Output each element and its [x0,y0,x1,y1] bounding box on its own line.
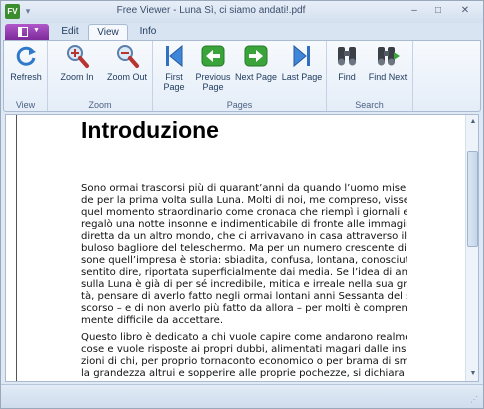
zoom-in-label: Zoom In [60,72,94,82]
page-heading: Introduzione [81,117,219,143]
find-next-label: Find Next [368,72,408,82]
zoom-out-icon [117,45,139,68]
ribbon-group-zoom: Zoom In Zoom Out Zoom [48,41,153,111]
document-viewport[interactable]: Introduzione Sono ormai trascorsi più di… [5,114,479,382]
refresh-button[interactable]: Refresh [6,43,46,98]
refresh-icon [16,46,36,66]
text-line: buloso bagliore del teleschermo. Ma per … [81,243,407,254]
text-line: sone quell’impresa è storia: sbiadita, c… [81,255,407,266]
previous-page-icon [201,45,225,67]
text-line: sulla Luna è già di per sé incredibile, … [81,279,407,290]
scroll-up-icon[interactable]: ▲ [466,115,478,129]
ribbon-tab-strip: ▼ Edit View Info [1,23,483,40]
text-line: Questo libro è dedicato a chi vuole capi… [81,332,407,343]
text-line: mente difficile da accettare. [81,315,224,326]
last-page-icon [293,44,310,68]
next-page-label: Next Page [234,72,278,82]
file-menu-icon [18,27,28,37]
text-line: zioni di chi, per proprio tornaconto eco… [81,356,407,367]
find-label: Find [338,72,356,82]
tab-view[interactable]: View [88,24,128,40]
group-label-search: Search [355,100,384,110]
refresh-label: Refresh [10,72,42,82]
text-line: tà, pensare di averlo fatto negli ormai … [81,291,407,302]
next-page-button[interactable]: Next Page [233,43,279,98]
maximize-button[interactable]: □ [427,3,449,19]
chevron-down-icon: ▼ [33,27,40,34]
text-line: cose e vuole risposte ai propri dubbi, a… [81,344,407,355]
tab-edit[interactable]: Edit [55,24,85,40]
app-window: FV ▾ Free Viewer - Luna Sì, ci siamo and… [0,0,484,409]
title-bar: FV ▾ Free Viewer - Luna Sì, ci siamo and… [1,1,483,23]
group-label-pages: Pages [226,100,253,110]
ribbon-group-search: Find Find Next Search [327,41,413,111]
paragraph-2: Questo libro è dedicato a chi vuole capi… [81,332,407,380]
status-bar: ⋰ [1,384,483,408]
find-next-button[interactable]: Find Next [365,43,411,98]
ribbon-group-view: Refresh View [4,41,48,111]
previous-page-label: Previous Page [195,72,231,92]
first-page-icon [166,44,183,68]
scroll-down-icon[interactable]: ▼ [466,367,478,381]
text-line: diretta da un altro mondo, che ci arriva… [81,231,407,242]
find-icon [338,47,356,66]
close-button[interactable]: ✕ [451,3,479,19]
ribbon-panel: Refresh View Zoom In Zoom Out Zoom First… [3,40,481,112]
window-title: Free Viewer - Luna Sì, ci siamo andati!.… [116,5,306,16]
group-label-zoom: Zoom [88,100,112,110]
minimize-button[interactable]: – [403,3,425,19]
file-menu-button[interactable]: ▼ [5,24,49,40]
text-line: quel momento straordinario come cronaca … [81,207,407,218]
text-line: Sono ormai trascorsi più di quarant’anni… [81,183,407,194]
last-page-button[interactable]: Last Page [279,43,325,98]
quick-access-dropdown-icon[interactable]: ▾ [23,6,33,17]
scrollbar-thumb[interactable] [467,151,478,247]
text-line: sentito dire, riportata superficialmente… [81,267,407,278]
group-label-view: View [15,100,36,110]
text-line: scorso – e di non averlo più fatto da al… [81,303,407,314]
zoom-out-label: Zoom Out [106,72,147,82]
previous-page-button[interactable]: Previous Page [193,43,233,98]
first-page-label: First Page [163,72,185,92]
resize-grip-icon[interactable]: ⋰ [470,395,480,405]
text-line: de per la prima volta sulla Luna. Molti … [81,195,407,206]
pdf-page: Introduzione Sono ormai trascorsi più di… [16,115,464,381]
text-line: la grandezza altrui e sopperire alle pro… [81,368,407,379]
paragraph-1: Sono ormai trascorsi più di quarant’anni… [81,183,407,327]
zoom-in-icon [67,45,89,68]
find-button[interactable]: Find [329,43,365,98]
next-page-icon [244,45,268,67]
tab-info[interactable]: Info [131,24,165,40]
vertical-scrollbar[interactable]: ▲ ▼ [465,115,478,381]
zoom-in-button[interactable]: Zoom In [52,43,102,98]
app-logo-icon: FV [5,4,20,19]
text-line: regalò una notte insonne e indimenticabi… [81,219,407,230]
zoom-out-button[interactable]: Zoom Out [102,43,152,98]
first-page-button[interactable]: First Page [155,43,193,98]
find-next-icon [378,47,400,66]
last-page-label: Last Page [281,72,323,82]
ribbon-group-pages: First Page Previous Page Next Page Last … [153,41,327,111]
